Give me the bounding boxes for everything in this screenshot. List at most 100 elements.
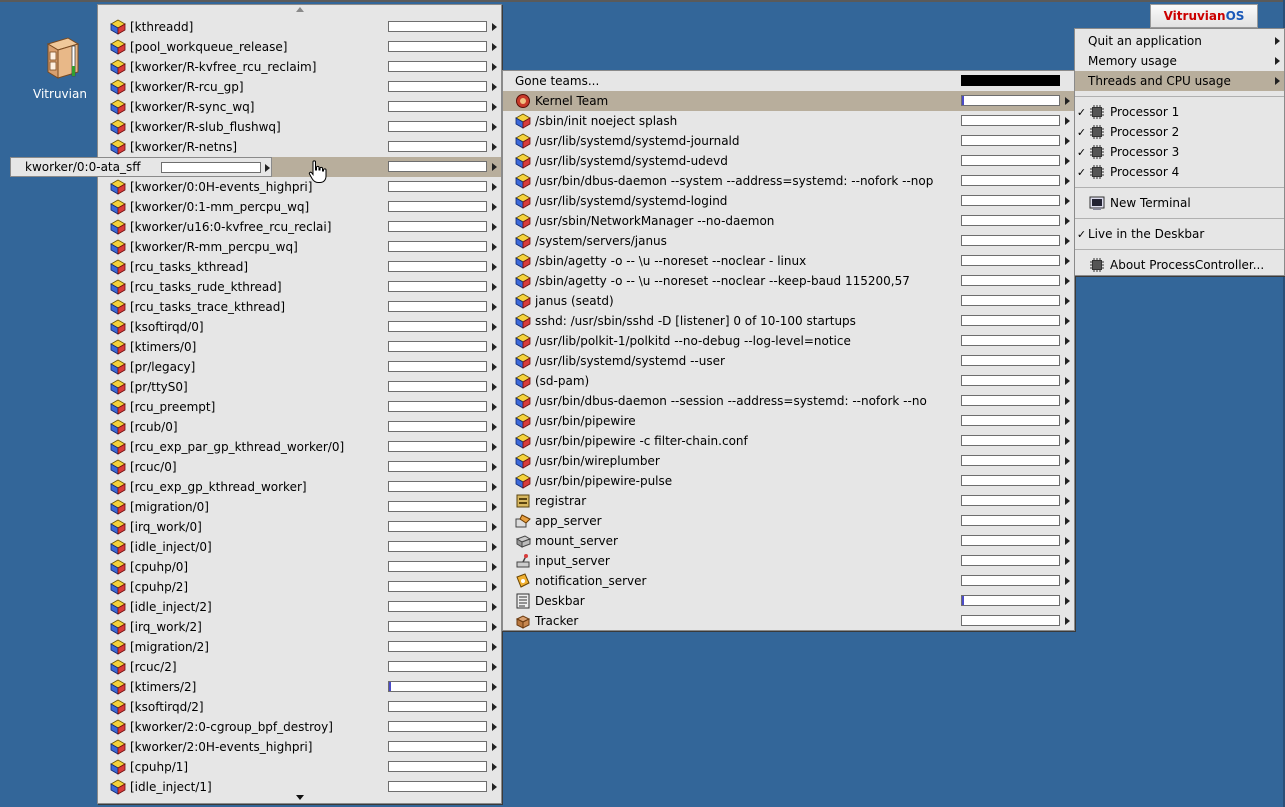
cpu-usage-bar xyxy=(388,141,487,152)
team-item[interactable]: /sbin/init noeject splash xyxy=(503,111,1074,131)
team-item[interactable]: /usr/lib/polkit-1/polkitd --no-debug --l… xyxy=(503,331,1074,351)
thread-item[interactable]: [kworker/R-slub_flushwq] xyxy=(98,117,501,137)
thread-item[interactable]: [rcu_exp_gp_kthread_worker] xyxy=(98,477,501,497)
threads-submenu: [kthreadd] [pool_workqueue_release] [kwork… xyxy=(97,4,502,804)
thread-item[interactable]: [idle_inject/0] xyxy=(98,537,501,557)
thread-item[interactable]: [ktimers/0] xyxy=(98,337,501,357)
thread-item[interactable]: [ktimers/2] xyxy=(98,677,501,697)
deskbar-brand-tab[interactable]: Vitruvian OS xyxy=(1150,4,1258,28)
thread-item[interactable]: [kworker/R-mm_percpu_wq] xyxy=(98,237,501,257)
submenu-arrow-icon xyxy=(1065,537,1070,545)
team-item[interactable]: /usr/bin/wireplumber xyxy=(503,451,1074,471)
thread-item[interactable]: [ksoftirqd/0] xyxy=(98,317,501,337)
thread-item[interactable]: [idle_inject/2] xyxy=(98,597,501,617)
team-item[interactable]: /usr/bin/dbus-daemon --system --address=… xyxy=(503,171,1074,191)
team-item[interactable]: /sbin/agetty -o -- \u --noreset --noclea… xyxy=(503,251,1074,271)
team-item[interactable]: notification_server xyxy=(503,571,1074,591)
thread-item[interactable]: [kworker/2:0-cgroup_bpf_destroy] xyxy=(98,717,501,737)
team-item[interactable]: app_server xyxy=(503,511,1074,531)
thread-item[interactable]: [rcu_exp_par_gp_kthread_worker/0] xyxy=(98,437,501,457)
team-item[interactable]: /usr/lib/systemd/systemd-journald xyxy=(503,131,1074,151)
thread-item[interactable]: [cpuhp/2] xyxy=(98,577,501,597)
team-item[interactable]: (sd-pam) xyxy=(503,371,1074,391)
thread-item[interactable]: [rcu_tasks_kthread] xyxy=(98,257,501,277)
submenu-arrow-icon xyxy=(492,463,497,471)
thread-item[interactable]: [kworker/0:1-mm_percpu_wq] xyxy=(98,197,501,217)
thread-item[interactable]: [rcuc/0] xyxy=(98,457,501,477)
team-item[interactable]: /usr/lib/systemd/systemd-logind xyxy=(503,191,1074,211)
thread-item[interactable]: [ksoftirqd/2] xyxy=(98,697,501,717)
team-item[interactable]: /usr/bin/dbus-daemon --session --address… xyxy=(503,391,1074,411)
thread-item[interactable]: [irq_work/0] xyxy=(98,517,501,537)
thread-item[interactable]: [kworker/R-netns] xyxy=(98,137,501,157)
thread-item[interactable]: [irq_work/2] xyxy=(98,617,501,637)
teams-menu: Gone teams... Kernel Team/sbin/init noeje… xyxy=(502,70,1075,631)
menu-item-memory-usage[interactable]: Memory usage xyxy=(1075,51,1284,71)
desktop-icon-label: Vitruvian xyxy=(33,87,87,101)
thread-item[interactable]: [rcu_tasks_rude_kthread] xyxy=(98,277,501,297)
desktop-icon-vitruvian[interactable]: Vitruvian xyxy=(30,36,90,101)
team-item[interactable]: janus (seatd) xyxy=(503,291,1074,311)
team-item[interactable]: sshd: /usr/sbin/sshd -D [listener] 0 of … xyxy=(503,311,1074,331)
thread-item[interactable]: [kworker/R-sync_wq] xyxy=(98,97,501,117)
app-icon xyxy=(110,239,126,255)
scroll-up-arrow[interactable] xyxy=(98,6,501,14)
menu-item-new-terminal[interactable]: New Terminal xyxy=(1075,193,1284,213)
team-item[interactable]: /usr/lib/systemd/systemd --user xyxy=(503,351,1074,371)
team-item[interactable]: Kernel Team xyxy=(503,91,1074,111)
team-item[interactable]: /usr/bin/pipewire xyxy=(503,411,1074,431)
team-item[interactable]: /sbin/agetty -o -- \u --noreset --noclea… xyxy=(503,271,1074,291)
cpu-usage-bar xyxy=(388,681,487,692)
thread-item[interactable]: [cpuhp/1] xyxy=(98,757,501,777)
thread-item[interactable]: [rcu_preempt] xyxy=(98,397,501,417)
thread-item[interactable]: [kworker/0:0H-events_highpri] xyxy=(98,177,501,197)
app-icon xyxy=(110,39,126,55)
menu-item-about[interactable]: About ProcessController... xyxy=(1075,255,1284,275)
team-item[interactable]: /system/servers/janus xyxy=(503,231,1074,251)
thread-item[interactable]: [pr/ttyS0] xyxy=(98,377,501,397)
menu-item-threads-cpu-usage[interactable]: Threads and CPU usage xyxy=(1075,71,1284,91)
team-item[interactable]: /usr/bin/pipewire-pulse xyxy=(503,471,1074,491)
submenu-arrow-icon xyxy=(1065,617,1070,625)
thread-item[interactable]: [migration/2] xyxy=(98,637,501,657)
app-icon xyxy=(110,79,126,95)
menu-item-processor[interactable]: ✓ Processor 1 xyxy=(1075,102,1284,122)
thread-item[interactable]: [pool_workqueue_release] xyxy=(98,37,501,57)
team-item[interactable]: Deskbar xyxy=(503,591,1074,611)
thread-item[interactable]: [kworker/2:0H-events_highpri] xyxy=(98,737,501,757)
team-item[interactable]: /usr/lib/systemd/systemd-udevd xyxy=(503,151,1074,171)
kernel-icon xyxy=(516,94,530,108)
thread-item[interactable]: [rcub/0] xyxy=(98,417,501,437)
team-item[interactable]: /usr/bin/pipewire -c filter-chain.conf xyxy=(503,431,1074,451)
team-item[interactable]: registrar xyxy=(503,491,1074,511)
app-icon xyxy=(110,399,126,415)
submenu-arrow-icon xyxy=(1275,57,1280,65)
submenu-arrow-icon xyxy=(1065,317,1070,325)
cpu-usage-fill xyxy=(962,596,964,605)
menu-item-processor[interactable]: ✓ Processor 4 xyxy=(1075,162,1284,182)
app-icon xyxy=(515,173,531,189)
menu-item-live-in-deskbar[interactable]: ✓ Live in the Deskbar xyxy=(1075,224,1284,244)
thread-item[interactable]: [cpuhp/0] xyxy=(98,557,501,577)
gone-teams-item[interactable]: Gone teams... xyxy=(503,71,1074,91)
scroll-down-arrow[interactable] xyxy=(98,794,501,802)
menu-item-processor[interactable]: ✓ Processor 3 xyxy=(1075,142,1284,162)
thread-item[interactable]: [kworker/R-rcu_gp] xyxy=(98,77,501,97)
thread-item[interactable]: [kworker/u16:0-kvfree_rcu_reclai] xyxy=(98,217,501,237)
menu-item-processor[interactable]: ✓ Processor 2 xyxy=(1075,122,1284,142)
thread-item[interactable]: [pr/legacy] xyxy=(98,357,501,377)
thread-item[interactable]: [kworker/R-kvfree_rcu_reclaim] xyxy=(98,57,501,77)
thread-item[interactable]: [migration/0] xyxy=(98,497,501,517)
thread-item[interactable]: [rcu_tasks_trace_kthread] xyxy=(98,297,501,317)
thread-item[interactable]: [kthreadd] xyxy=(98,17,501,37)
thread-item[interactable]: [rcuc/2] xyxy=(98,657,501,677)
submenu-arrow-icon xyxy=(1275,37,1280,45)
menu-item-quit-application[interactable]: Quit an application xyxy=(1075,31,1284,51)
team-item[interactable]: /usr/sbin/NetworkManager --no-daemon xyxy=(503,211,1074,231)
submenu-arrow-icon xyxy=(1065,477,1070,485)
team-item[interactable]: input_server xyxy=(503,551,1074,571)
app-icon xyxy=(515,473,531,489)
cpu-usage-bar xyxy=(961,155,1060,166)
team-item[interactable]: mount_server xyxy=(503,531,1074,551)
team-item[interactable]: Tracker xyxy=(503,611,1074,631)
